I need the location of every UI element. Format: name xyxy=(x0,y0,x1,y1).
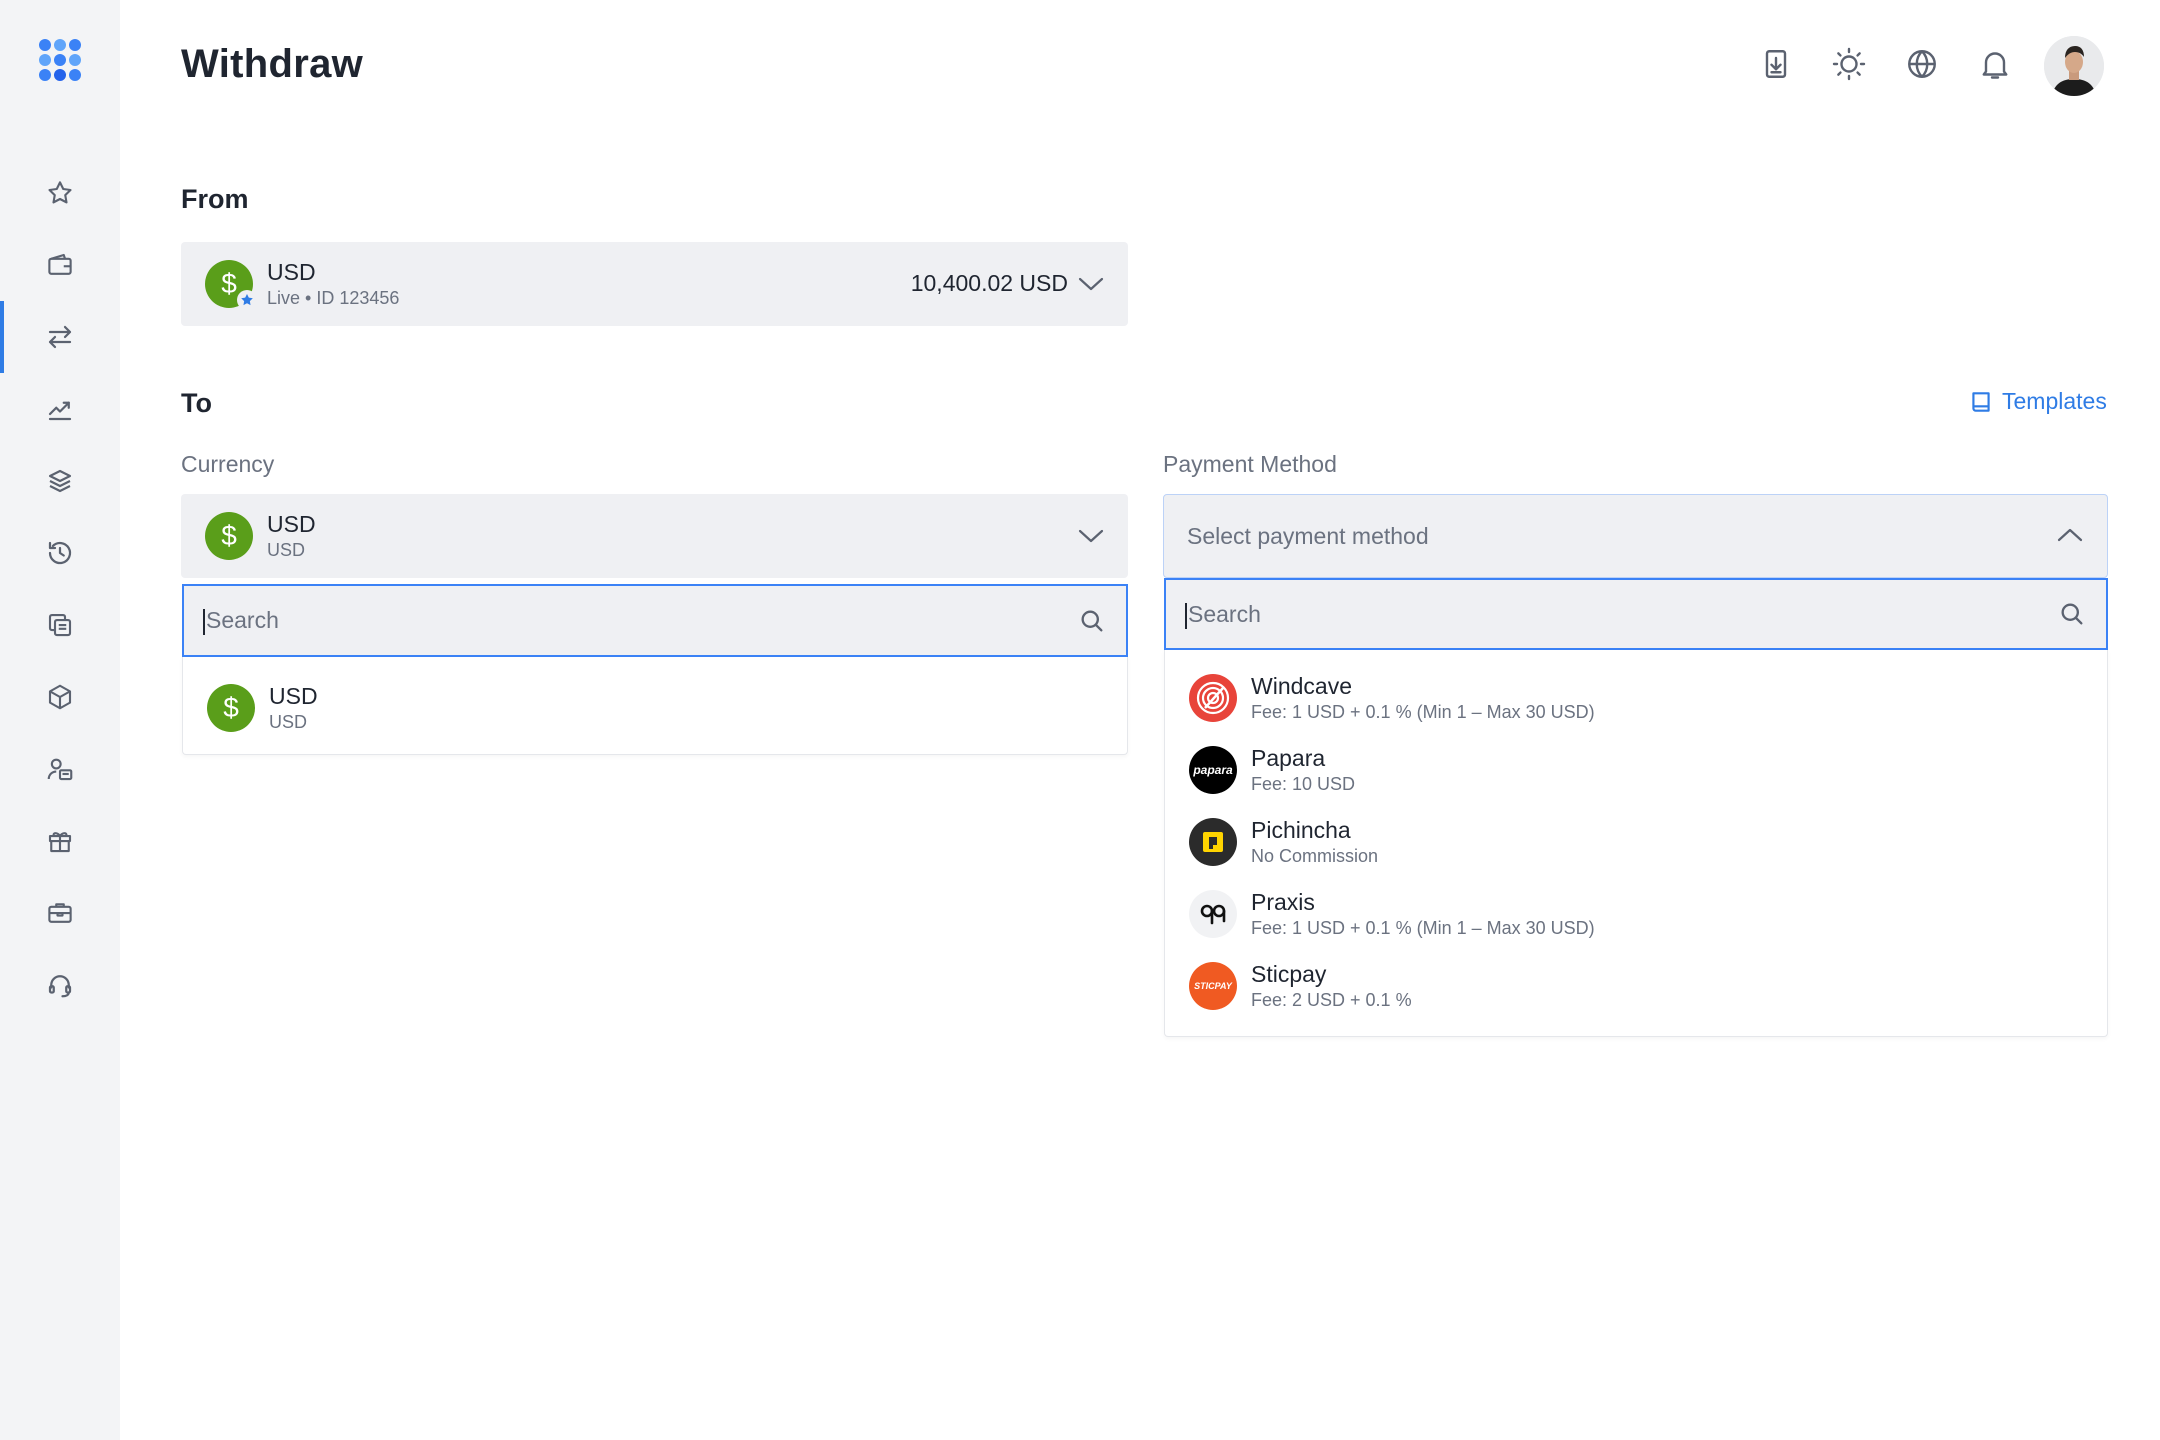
transfer-icon xyxy=(48,325,72,349)
cube-icon xyxy=(48,684,72,710)
templates-link[interactable]: Templates xyxy=(1968,388,2107,415)
payment-method-select[interactable]: Select payment method xyxy=(1163,494,2108,578)
history-icon xyxy=(48,541,72,565)
payment-option-fee: Fee: 10 USD xyxy=(1251,774,1356,794)
usd-coin-icon: $ xyxy=(205,512,253,560)
praxis-logo-icon xyxy=(1189,890,1237,938)
user-avatar[interactable] xyxy=(2044,36,2104,96)
nav-analytics[interactable] xyxy=(0,373,120,445)
nav-favorites[interactable] xyxy=(0,157,120,229)
from-account-name: USD xyxy=(267,259,316,285)
payment-option-fee: Fee: 2 USD + 0.1 % xyxy=(1251,990,1412,1010)
payment-search-input[interactable]: Search xyxy=(1164,578,2108,650)
sun-icon xyxy=(1832,47,1866,81)
trending-up-icon xyxy=(48,401,72,421)
payment-option-name: Sticpay xyxy=(1251,961,1327,987)
headset-icon xyxy=(48,975,72,998)
notifications-button[interactable] xyxy=(1975,44,2015,84)
nav-products[interactable] xyxy=(0,661,120,733)
sticpay-logo-text: STICPAY xyxy=(1194,981,1232,991)
papara-logo-icon: papara xyxy=(1189,746,1237,794)
page-title: Withdraw xyxy=(181,42,364,86)
theme-toggle-button[interactable] xyxy=(1829,44,1869,84)
currency-selected-sub: USD xyxy=(267,540,306,560)
currency-selected-name: USD xyxy=(267,511,316,537)
payment-option-fee: Fee: 1 USD + 0.1 % (Min 1 – Max 30 USD) xyxy=(1251,702,1595,722)
usd-coin-icon: $ xyxy=(207,684,255,732)
text-caret xyxy=(203,609,205,635)
payment-method-dropdown: Windcave Fee: 1 USD + 0.1 % (Min 1 – Max… xyxy=(1164,650,2108,1037)
payment-method-label: Payment Method xyxy=(1163,451,1337,477)
windcave-logo-icon xyxy=(1189,674,1237,722)
nav-copy[interactable] xyxy=(0,589,120,661)
currency-option[interactable]: $ USD USD xyxy=(207,682,318,734)
currency-search-input[interactable]: Search xyxy=(182,584,1128,657)
coin-symbol: $ xyxy=(221,268,237,299)
download-button[interactable] xyxy=(1756,44,1796,84)
layers-icon xyxy=(48,469,72,493)
gift-icon xyxy=(48,832,72,853)
live-star-icon xyxy=(237,290,257,310)
bell-icon xyxy=(1982,52,2008,79)
payment-option-fee: No Commission xyxy=(1251,846,1379,866)
nav-layers[interactable] xyxy=(0,445,120,517)
payment-option-pichincha[interactable]: Pichincha No Commission xyxy=(1189,816,1378,868)
payment-option-name: Praxis xyxy=(1251,889,1315,915)
currency-select[interactable]: $ USD USD xyxy=(181,494,1128,578)
wallet-icon xyxy=(48,253,72,275)
users-icon xyxy=(47,758,73,781)
chevron-down-icon xyxy=(1078,529,1104,543)
text-caret xyxy=(1185,602,1187,629)
copy-icon xyxy=(48,613,72,637)
payment-option-fee: Fee: 1 USD + 0.1 % (Min 1 – Max 30 USD) xyxy=(1251,918,1595,938)
sticpay-logo-icon: STICPAY xyxy=(1189,962,1237,1010)
nav-rewards[interactable] xyxy=(0,805,120,877)
payment-option-papara[interactable]: papara Papara Fee: 10 USD xyxy=(1189,744,1355,796)
search-icon xyxy=(2061,603,2083,625)
search-icon xyxy=(1081,610,1103,631)
templates-label: Templates xyxy=(2002,388,2107,414)
papara-logo-text: papara xyxy=(1193,763,1233,777)
to-label: To xyxy=(181,388,212,418)
from-account-sub: Live • ID 123456 xyxy=(267,288,400,308)
payment-method-placeholder: Select payment method xyxy=(1187,522,1429,549)
currency-dropdown: $ USD USD xyxy=(182,657,1128,755)
payment-option-name: Papara xyxy=(1251,745,1326,771)
payment-search-placeholder: Search xyxy=(1188,600,1261,627)
language-button[interactable] xyxy=(1902,44,1942,84)
payment-option-sticpay[interactable]: STICPAY Sticpay Fee: 2 USD + 0.1 % xyxy=(1189,960,1412,1012)
from-label: From xyxy=(181,184,249,214)
nav-portfolio[interactable] xyxy=(0,877,120,949)
currency-search-placeholder: Search xyxy=(206,607,279,633)
nav-history[interactable] xyxy=(0,517,120,589)
chevron-down-icon xyxy=(1078,277,1104,291)
payment-option-praxis[interactable]: Praxis Fee: 1 USD + 0.1 % (Min 1 – Max 3… xyxy=(1189,888,1595,940)
briefcase-icon xyxy=(48,903,72,923)
app-logo[interactable] xyxy=(38,38,82,82)
book-icon xyxy=(1972,391,1990,412)
nav-partners[interactable] xyxy=(0,733,120,805)
payment-option-name: Pichincha xyxy=(1251,817,1351,843)
usd-coin-icon: $ xyxy=(205,260,257,310)
payment-option-windcave[interactable]: Windcave Fee: 1 USD + 0.1 % (Min 1 – Max… xyxy=(1189,672,1595,724)
sidebar xyxy=(0,0,120,1440)
globe-icon xyxy=(1908,50,1936,78)
nav-transfers[interactable] xyxy=(0,301,120,373)
payment-option-name: Windcave xyxy=(1251,673,1352,699)
from-balance: 10,400.02 USD xyxy=(910,270,1068,296)
download-icon xyxy=(1765,50,1787,78)
from-account-select[interactable]: $ USD Live • ID 123456 10,400.02 USD xyxy=(181,242,1128,326)
chevron-up-icon xyxy=(2057,528,2083,542)
currency-label: Currency xyxy=(181,451,275,477)
nav-wallet[interactable] xyxy=(0,229,120,301)
pichincha-logo-icon xyxy=(1189,818,1237,866)
currency-option-sub: USD xyxy=(269,712,308,732)
currency-option-name: USD xyxy=(269,683,318,709)
nav-support[interactable] xyxy=(0,949,120,1021)
star-icon xyxy=(48,181,72,204)
